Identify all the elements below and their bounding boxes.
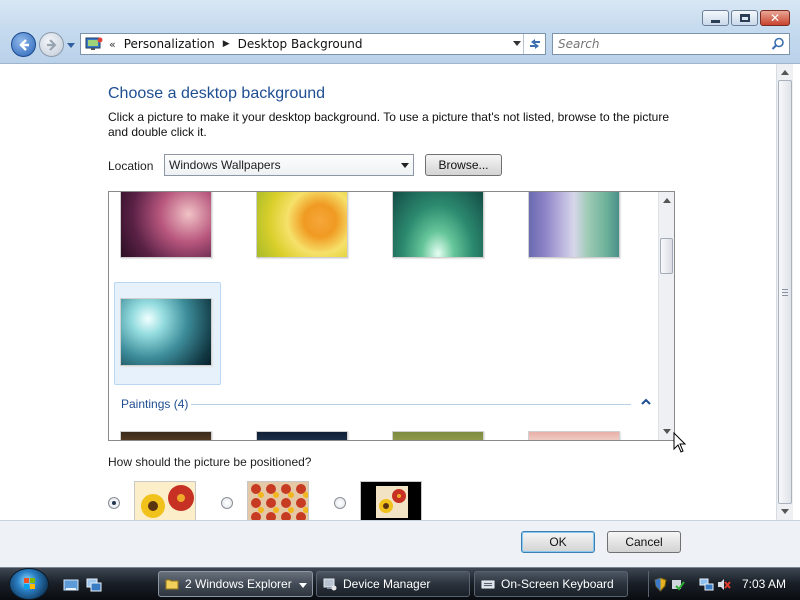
position-radio-center[interactable] [334,497,346,509]
maximize-button[interactable] [731,10,758,26]
painting-thumbnail[interactable] [120,431,212,440]
wallpaper-gallery: Paintings (4) [108,191,675,441]
dropdown-arrow-icon [401,163,409,168]
tiled-flowers-image [248,482,308,520]
refresh-icon [529,39,540,49]
wallpaper-thumbnail-selected[interactable] [120,298,212,366]
refresh-button[interactable] [523,34,545,54]
start-button[interactable] [9,568,49,600]
control-panel-icon [85,37,103,50]
breadcrumb-personalization[interactable]: Personalization [124,37,215,51]
search-box[interactable] [552,33,790,55]
taskbar-windows-explorer[interactable]: 2 Windows Explorer [158,571,313,597]
centered-flowers-image [361,482,421,520]
back-button[interactable] [11,32,36,57]
scroll-down-icon[interactable] [781,509,789,514]
taskbar-group-dropdown-icon[interactable] [299,583,307,588]
recent-pages-icon[interactable] [66,40,76,50]
window-titlebar: ✕ « Personalization ▶ Desktop Background [0,0,800,64]
close-button[interactable]: ✕ [760,10,790,26]
content-area: Choose a desktop background Click a pict… [0,64,776,521]
scroll-down-icon[interactable] [663,429,671,434]
position-fit-preview[interactable] [134,481,196,521]
taskbar-on-screen-keyboard[interactable]: On-Screen Keyboard [474,571,628,597]
taskbar-device-manager[interactable]: Device Manager [316,571,470,597]
address-dropdown-icon[interactable] [513,41,521,46]
taskbar-item-label: On-Screen Keyboard [501,577,614,591]
scrollbar-grip-icon [782,289,788,296]
location-label: Location [108,159,154,173]
system-clock[interactable]: 7:03 AM [742,577,786,591]
wallpaper-thumbnail[interactable] [392,192,484,258]
cancel-button[interactable]: Cancel [607,531,681,553]
position-radio-tile[interactable] [221,497,233,509]
collapse-chevron-icon[interactable] [641,398,651,406]
position-question: How should the picture be positioned? [108,455,312,469]
folder-icon [165,579,179,590]
painting-thumbnail[interactable] [256,431,348,440]
notification-area: 7:03 AM [648,571,800,597]
safely-remove-hardware-icon[interactable] [670,577,685,592]
mouse-pointer-icon [673,432,687,453]
dialog-button-bar: OK Cancel [0,520,800,567]
scrollbar-thumb[interactable] [660,238,673,274]
page-title: Choose a desktop background [108,85,326,102]
close-icon: ✕ [769,11,781,25]
wallpaper-thumbnail[interactable] [120,192,212,258]
scrollbar-thumb[interactable] [778,80,792,504]
location-dropdown[interactable]: Windows Wallpapers [164,154,414,176]
wallpaper-thumbnail[interactable] [528,192,620,258]
location-value: Windows Wallpapers [169,158,281,172]
security-shield-icon[interactable] [653,577,668,592]
network-icon[interactable] [699,577,714,592]
breadcrumb-desktop-background[interactable]: Desktop Background [238,37,363,51]
painting-thumbnail[interactable] [392,431,484,440]
search-input[interactable] [553,34,753,54]
wallpaper-thumbnail[interactable] [256,192,348,258]
page-description: Click a picture to make it your desktop … [108,110,670,139]
maximize-icon [739,14,750,22]
breadcrumb-overflow-icon[interactable]: « [109,38,116,51]
forward-arrow-icon [46,38,57,51]
caption-buttons: ✕ [702,10,790,26]
ok-button[interactable]: OK [521,531,595,553]
sunflower-image [135,482,195,520]
window-scrollbar[interactable] [776,64,793,520]
address-bar[interactable]: « Personalization ▶ Desktop Background [80,33,546,55]
group-header-paintings[interactable]: Paintings (4) [121,397,188,411]
position-radio-fit[interactable] [108,497,120,509]
switch-windows-icon[interactable] [86,578,102,592]
browse-button[interactable]: Browse... [425,154,502,176]
taskbar-item-label: Device Manager [343,577,431,591]
device-manager-icon [323,578,337,591]
keyboard-icon [481,580,495,589]
position-center-preview[interactable] [360,481,422,521]
back-arrow-icon [18,38,29,51]
windows-logo-icon [24,578,35,589]
breadcrumb-separator-icon[interactable]: ▶ [223,39,230,49]
taskbar-item-label: 2 Windows Explorer [185,577,292,591]
forward-button[interactable] [39,32,64,57]
minimize-button[interactable] [702,10,729,26]
volume-muted-icon[interactable] [716,577,731,592]
painting-thumbnail[interactable] [528,431,620,440]
scroll-up-icon[interactable] [781,70,789,75]
minimize-icon [711,19,720,23]
show-desktop-icon[interactable] [63,578,79,592]
search-icon[interactable] [771,37,785,51]
position-tile-preview[interactable] [247,481,309,521]
group-divider [191,404,631,405]
gallery-scrollbar[interactable] [658,192,674,440]
scroll-up-icon[interactable] [663,198,671,203]
